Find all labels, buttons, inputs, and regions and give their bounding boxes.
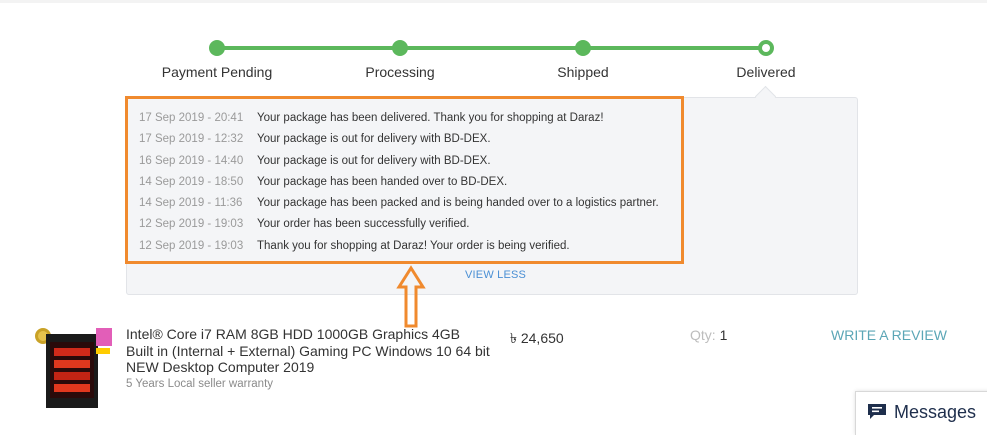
messages-label: Messages [894, 402, 977, 422]
tracking-event: 12 Sep 2019 - 19:03 Thank you for shoppin… [139, 236, 659, 257]
tracking-event: 17 Sep 2019 - 20:41 Your package has been… [139, 108, 659, 129]
event-message: Your package has been handed over to BD-… [257, 175, 508, 188]
chat-bubble-icon [868, 404, 886, 419]
quantity-value: 1 [719, 327, 728, 343]
messages-button[interactable]: Messages [855, 391, 987, 435]
product-price: ৳ 24,650 [510, 330, 564, 346]
tracking-event-list: 17 Sep 2019 - 20:41 Your package has been… [139, 108, 659, 257]
step-dot-payment-pending [209, 40, 225, 56]
product-thumbnail[interactable] [34, 324, 114, 410]
event-timestamp: 14 Sep 2019 - 18:50 [139, 175, 244, 188]
event-message: Your package has been delivered. Thank y… [257, 112, 604, 124]
tracking-event: 14 Sep 2019 - 11:36 Your package has been… [139, 193, 659, 214]
write-review-link[interactable]: WRITE A REVIEW [831, 327, 947, 343]
quantity: Qty: 1 [690, 327, 727, 343]
tracking-event: 17 Sep 2019 - 12:32 Your package is out f… [139, 129, 659, 150]
step-label-payment-pending: Payment Pending [161, 64, 273, 80]
event-message: Your package is out for delivery with BD… [257, 154, 491, 167]
tracking-event: 14 Sep 2019 - 18:50 Your package has been… [139, 172, 659, 193]
event-message: Your order has been successfully verifie… [257, 218, 470, 231]
view-less-link[interactable]: VIEW LESS [465, 269, 526, 281]
event-timestamp: 12 Sep 2019 - 19:03 [139, 218, 244, 231]
event-timestamp: 17 Sep 2019 - 20:41 [139, 112, 244, 124]
step-dot-processing [392, 40, 408, 56]
warranty-text: 5 Years Local seller warranty [126, 378, 274, 390]
step-dot-shipped [575, 40, 591, 56]
event-timestamp: 12 Sep 2019 - 19:03 [139, 239, 244, 252]
event-message: Your package is out for delivery with BD… [257, 133, 491, 146]
step-dot-delivered [758, 40, 774, 56]
step-label-shipped: Shipped [557, 64, 609, 80]
tracking-event: 12 Sep 2019 - 19:03 Your order has been s… [139, 214, 659, 235]
quantity-label: Qty: [690, 327, 716, 343]
tracking-event: 16 Sep 2019 - 14:40 Your package is out f… [139, 151, 659, 172]
event-timestamp: 16 Sep 2019 - 14:40 [139, 154, 244, 167]
event-message: Thank you for shopping at Daraz! Your or… [257, 239, 570, 252]
progress-line [217, 46, 766, 50]
step-label-delivered: Delivered [736, 64, 796, 80]
event-message: Your package has been packed and is bein… [257, 197, 659, 210]
event-timestamp: 14 Sep 2019 - 11:36 [139, 197, 243, 210]
step-label-processing: Processing [365, 64, 435, 80]
event-timestamp: 17 Sep 2019 - 12:32 [139, 133, 244, 146]
annotation-arrow-icon [396, 265, 426, 328]
product-title[interactable]: Intel® Core i7 RAM 8GB HDD 1000GB Graphi… [126, 326, 491, 376]
order-progress-tracker: Payment Pending Processing Shipped Deliv… [0, 0, 987, 100]
